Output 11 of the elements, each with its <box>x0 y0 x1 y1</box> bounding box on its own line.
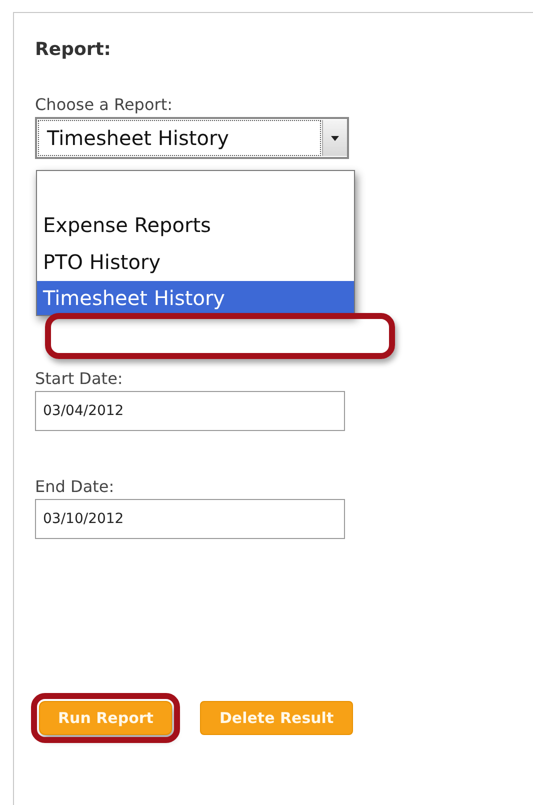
dropdown-option[interactable]: Expense Reports <box>37 207 354 244</box>
date-field[interactable]: 03/10/2012 <box>35 499 345 539</box>
caret-icon <box>331 136 339 140</box>
dropdown-option[interactable]: Timesheet History <box>37 281 354 315</box>
field-label: Start Date: <box>35 369 123 389</box>
field-label: Choose a Report: <box>35 95 172 115</box>
date-field[interactable]: 03/04/2012 <box>35 391 345 431</box>
panel-title: Report: <box>35 38 111 60</box>
field-label: End Date: <box>35 477 114 497</box>
dropdown-option[interactable]: PTO History <box>37 244 354 281</box>
report-dropdown[interactable]: Timesheet History <box>35 117 349 159</box>
